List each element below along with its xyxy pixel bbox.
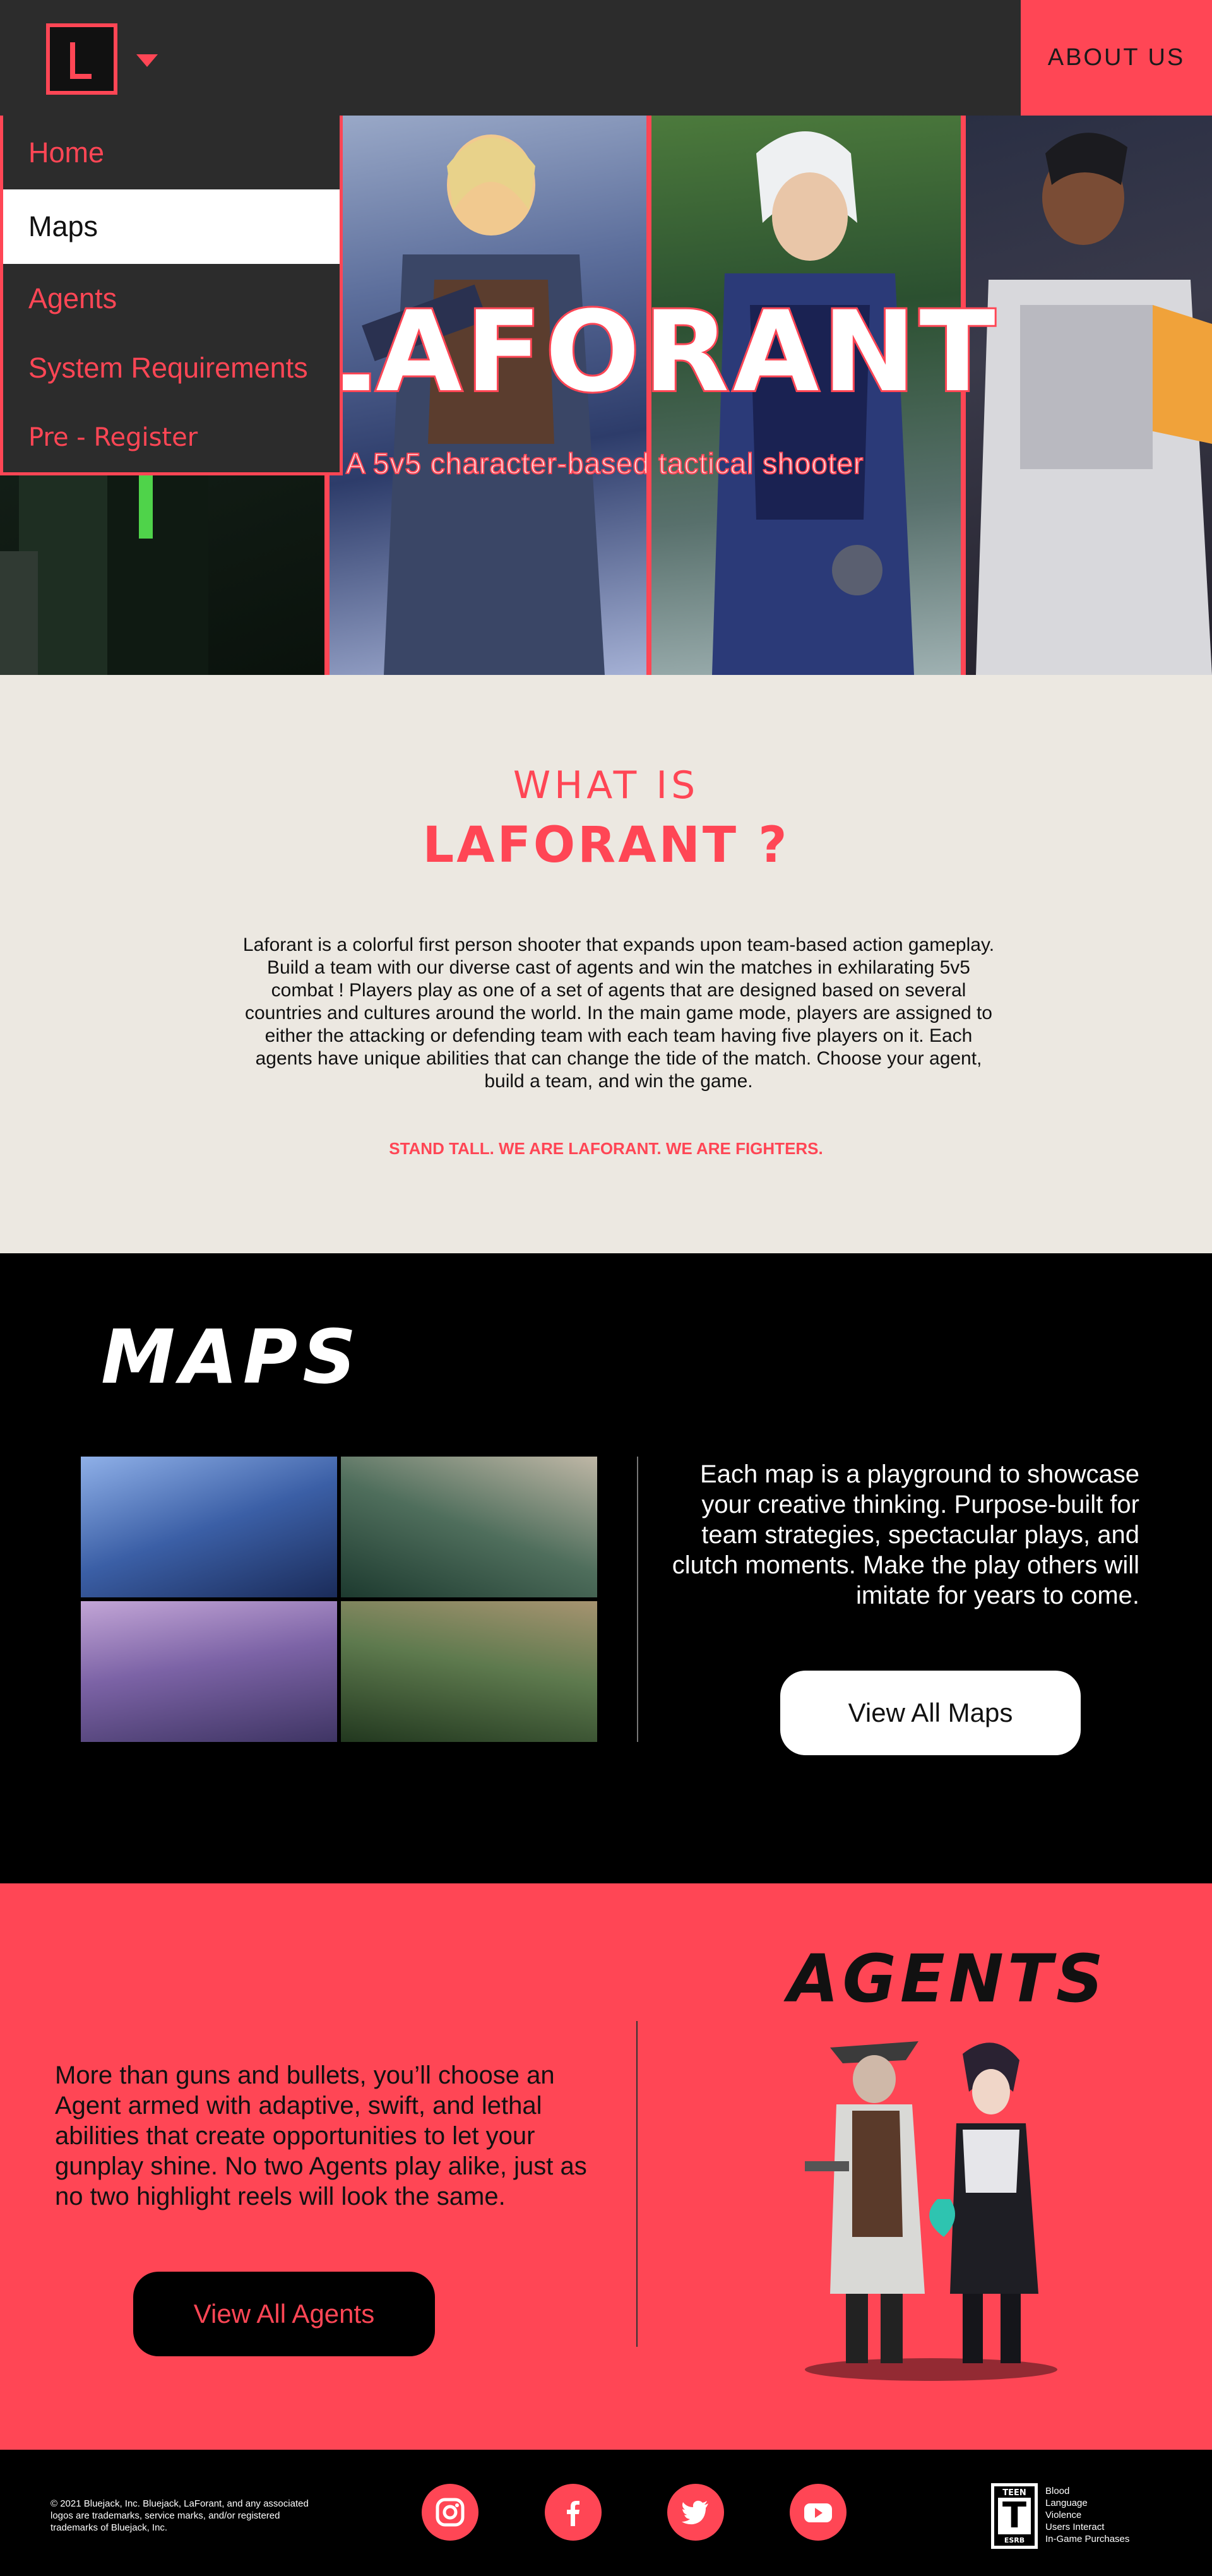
site-footer: © 2021 Bluejack, Inc. Bluejack, LaForant… <box>0 2450 1212 2576</box>
what-is-tagline: STAND TALL. WE ARE LAFORANT. WE ARE FIGH… <box>389 1139 823 1158</box>
esrb-descriptors: Blood Language Violence Users Interact I… <box>1045 2485 1129 2545</box>
agents-illustration <box>805 2041 1057 2381</box>
view-all-agents-button[interactable]: View All Agents <box>133 2272 435 2356</box>
esrb-letter: T <box>998 2498 1031 2534</box>
agents-title: AGENTS <box>788 1940 1107 2017</box>
youtube-icon[interactable] <box>790 2484 847 2541</box>
maps-section: MAPS Each map is a playground to showcas… <box>0 1253 1212 1883</box>
youtube-glyph <box>804 2503 832 2522</box>
logo-l-mark <box>70 42 92 79</box>
logo[interactable] <box>46 23 117 95</box>
menu-item-maps[interactable]: Maps <box>3 189 340 264</box>
facebook-glyph <box>567 2501 579 2526</box>
what-is-section: WHAT IS LAFORANT ? Laforant is a colorfu… <box>0 675 1212 1253</box>
menu-item-home[interactable]: Home <box>3 116 340 189</box>
instagram-glyph <box>436 2498 465 2527</box>
maps-divider <box>637 1457 638 1742</box>
twitter-glyph <box>682 2500 708 2525</box>
agents-description: More than guns and bullets, you’ll choos… <box>55 2061 587 2210</box>
esrb-bottom-label: ESRB <box>1004 2536 1025 2544</box>
map-thumbnail-4[interactable] <box>341 1601 597 1742</box>
esrb-descriptor: Language <box>1045 2498 1088 2508</box>
map-thumbnail-2[interactable] <box>341 1457 597 1597</box>
esrb-descriptor: Blood <box>1045 2486 1070 2496</box>
chevron-down-icon[interactable] <box>136 54 158 67</box>
maps-description: Each map is a playground to showcase you… <box>672 1460 1139 1609</box>
esrb-rating-badge: TEEN T ESRB <box>991 2483 1038 2549</box>
menu-item-agents[interactable]: Agents <box>3 264 340 333</box>
what-is-game-name: LAFORANT ? <box>422 817 790 874</box>
menu-item-system-requirements[interactable]: System Requirements <box>3 333 340 403</box>
maps-thumbnail-grid <box>81 1457 597 1742</box>
esrb-descriptor: Violence <box>1045 2510 1082 2520</box>
twitter-icon[interactable] <box>667 2484 724 2541</box>
nav-dropdown-menu: Home Maps Agents System Requirements Pre… <box>0 116 343 475</box>
about-us-button[interactable]: ABOUT US <box>1021 0 1212 116</box>
esrb-descriptor: In-Game Purchases <box>1045 2534 1130 2544</box>
map-thumbnail-3[interactable] <box>81 1601 337 1742</box>
agents-section: AGENTS More than guns and bullets, you’l… <box>0 1883 1212 2450</box>
agents-divider <box>636 2021 638 2347</box>
site-header: ABOUT US <box>0 0 1212 116</box>
menu-item-pre-register[interactable]: Pre - Register <box>3 403 340 472</box>
facebook-icon[interactable] <box>545 2484 602 2541</box>
instagram-icon[interactable] <box>422 2484 478 2541</box>
what-is-description: Laforant is a colorful first person shoo… <box>242 934 995 1092</box>
what-is-heading: WHAT IS <box>513 763 699 808</box>
view-all-maps-button[interactable]: View All Maps <box>780 1671 1081 1755</box>
map-thumbnail-1[interactable] <box>81 1457 337 1597</box>
hero-subtitle: A 5v5 character-based tactical shooter <box>345 446 864 480</box>
esrb-descriptor: Users Interact <box>1045 2522 1105 2532</box>
esrb-badge-inner: TEEN T ESRB <box>994 2486 1035 2546</box>
maps-title: MAPS <box>101 1313 362 1400</box>
copyright-text: © 2021 Bluejack, Inc. Bluejack, LaForant… <box>50 2498 309 2533</box>
